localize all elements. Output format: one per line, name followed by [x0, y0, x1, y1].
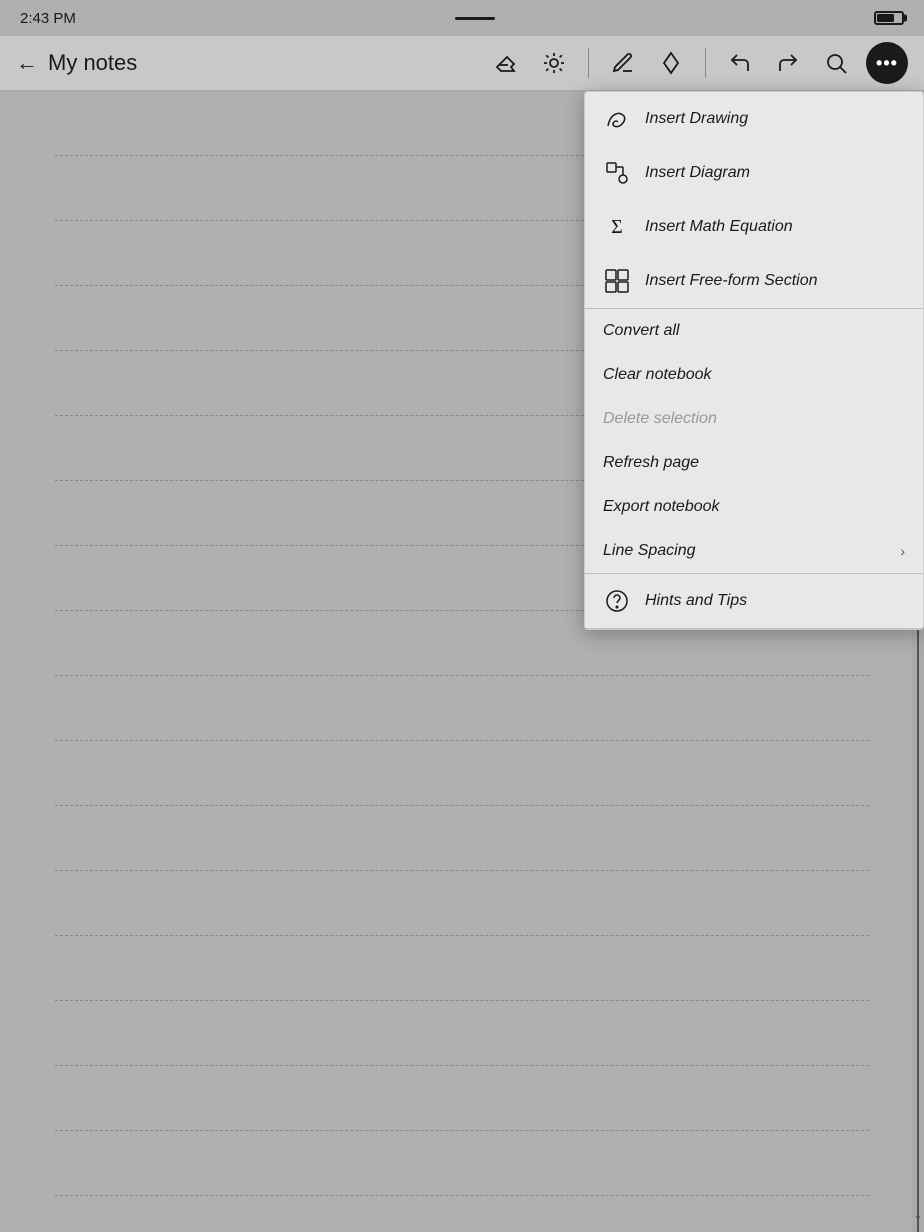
menu-item-convert-all-label: Convert all [603, 322, 905, 340]
menu-item-insert-freeform[interactable]: Insert Free-form Section [585, 254, 923, 308]
menu-item-clear-notebook-label: Clear notebook [603, 366, 905, 384]
menu-item-delete-selection[interactable]: Delete selection [585, 397, 923, 441]
menu-item-delete-selection-label: Delete selection [603, 410, 905, 428]
menu-section-insert: Insert Drawing Insert Diagram Σ Insert M… [585, 92, 923, 309]
redo-icon [776, 51, 800, 75]
redo-button[interactable] [770, 45, 806, 81]
undo-button[interactable] [722, 45, 758, 81]
diagram-icon [603, 159, 631, 187]
notebook-line [55, 1131, 869, 1196]
search-icon [824, 51, 848, 75]
undo-icon [728, 51, 752, 75]
menu-section-footer: Hints and Tips [585, 574, 923, 629]
menu-item-refresh-page[interactable]: Refresh page [585, 441, 923, 485]
menu-item-line-spacing-label: Line Spacing [603, 542, 886, 560]
pen-icon [611, 51, 635, 75]
menu-item-insert-drawing-label: Insert Drawing [645, 110, 905, 128]
menu-item-export-notebook[interactable]: Export notebook [585, 485, 923, 529]
menu-item-hints-tips-label: Hints and Tips [645, 592, 905, 610]
toolbar-right: ••• [488, 42, 908, 84]
notebook-line [55, 741, 869, 806]
notebook-line [55, 936, 869, 1001]
notebook-line [55, 1066, 869, 1131]
more-icon: ••• [876, 53, 898, 74]
battery-indicator [874, 11, 904, 25]
eraser-button[interactable] [488, 45, 524, 81]
menu-item-insert-diagram-label: Insert Diagram [645, 164, 905, 182]
menu-item-line-spacing[interactable]: Line Spacing › [585, 529, 923, 573]
menu-item-insert-drawing[interactable]: Insert Drawing [585, 92, 923, 146]
brightness-icon [542, 51, 566, 75]
pen-button[interactable] [605, 45, 641, 81]
battery-icon [874, 11, 904, 25]
math-icon: Σ [603, 213, 631, 241]
menu-item-hints-tips[interactable]: Hints and Tips [585, 574, 923, 628]
chevron-right-icon: › [900, 543, 905, 559]
notebook-line [55, 1001, 869, 1066]
brightness-button[interactable] [536, 45, 572, 81]
back-arrow-icon: ← [16, 50, 38, 76]
search-button[interactable] [818, 45, 854, 81]
menu-item-insert-diagram[interactable]: Insert Diagram [585, 146, 923, 200]
toolbar: ← My notes [0, 36, 924, 91]
menu-item-insert-math[interactable]: Σ Insert Math Equation [585, 200, 923, 254]
help-icon [603, 587, 631, 615]
status-time: 2:43 PM [20, 10, 76, 27]
menu-item-insert-freeform-label: Insert Free-form Section [645, 272, 905, 290]
toolbar-divider [588, 48, 589, 78]
highlight-icon [659, 51, 683, 75]
toolbar-left: ← My notes [16, 50, 488, 76]
page-title: My notes [48, 50, 137, 76]
notebook-line [55, 871, 869, 936]
notebook-line [55, 676, 869, 741]
drawing-icon [603, 105, 631, 133]
highlight-button[interactable] [653, 45, 689, 81]
more-button[interactable]: ••• [866, 42, 908, 84]
notebook-line [55, 806, 869, 871]
freeform-icon [603, 267, 631, 295]
menu-item-refresh-page-label: Refresh page [603, 454, 905, 472]
menu-item-clear-notebook[interactable]: Clear notebook [585, 353, 923, 397]
menu-item-insert-math-label: Insert Math Equation [645, 218, 905, 236]
eraser-icon [494, 51, 518, 75]
menu-item-convert-all[interactable]: Convert all [585, 309, 923, 353]
context-menu: Insert Drawing Insert Diagram Σ Insert M… [584, 91, 924, 630]
status-bar: 2:43 PM [0, 0, 924, 36]
menu-item-export-notebook-label: Export notebook [603, 498, 905, 516]
toolbar-divider-2 [705, 48, 706, 78]
status-center [455, 17, 495, 20]
scroll-down-button[interactable]: ⌄ [912, 1208, 924, 1222]
back-button[interactable]: ← [16, 50, 38, 76]
menu-section-actions: Convert all Clear notebook Delete select… [585, 309, 923, 574]
